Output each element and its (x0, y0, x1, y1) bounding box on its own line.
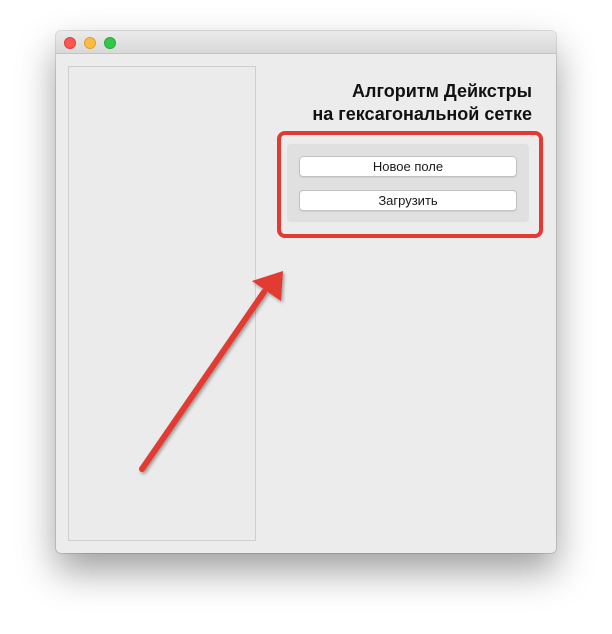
controls-panel: Новое поле Загрузить (287, 144, 529, 222)
new-field-button[interactable]: Новое поле (299, 156, 517, 177)
app-title-line-1: Алгоритм Дейкстры (352, 81, 532, 101)
zoom-button[interactable] (104, 37, 116, 49)
close-button[interactable] (64, 37, 76, 49)
title-bar[interactable] (56, 31, 556, 54)
load-button[interactable]: Загрузить (299, 190, 517, 211)
app-title: Алгоритм Дейкстры на гексагональной сетк… (266, 80, 532, 126)
app-window: Алгоритм Дейкстры на гексагональной сетк… (56, 31, 556, 553)
hex-grid-canvas[interactable] (68, 66, 256, 541)
minimize-button[interactable] (84, 37, 96, 49)
app-title-line-2: на гексагональной сетке (312, 104, 532, 124)
